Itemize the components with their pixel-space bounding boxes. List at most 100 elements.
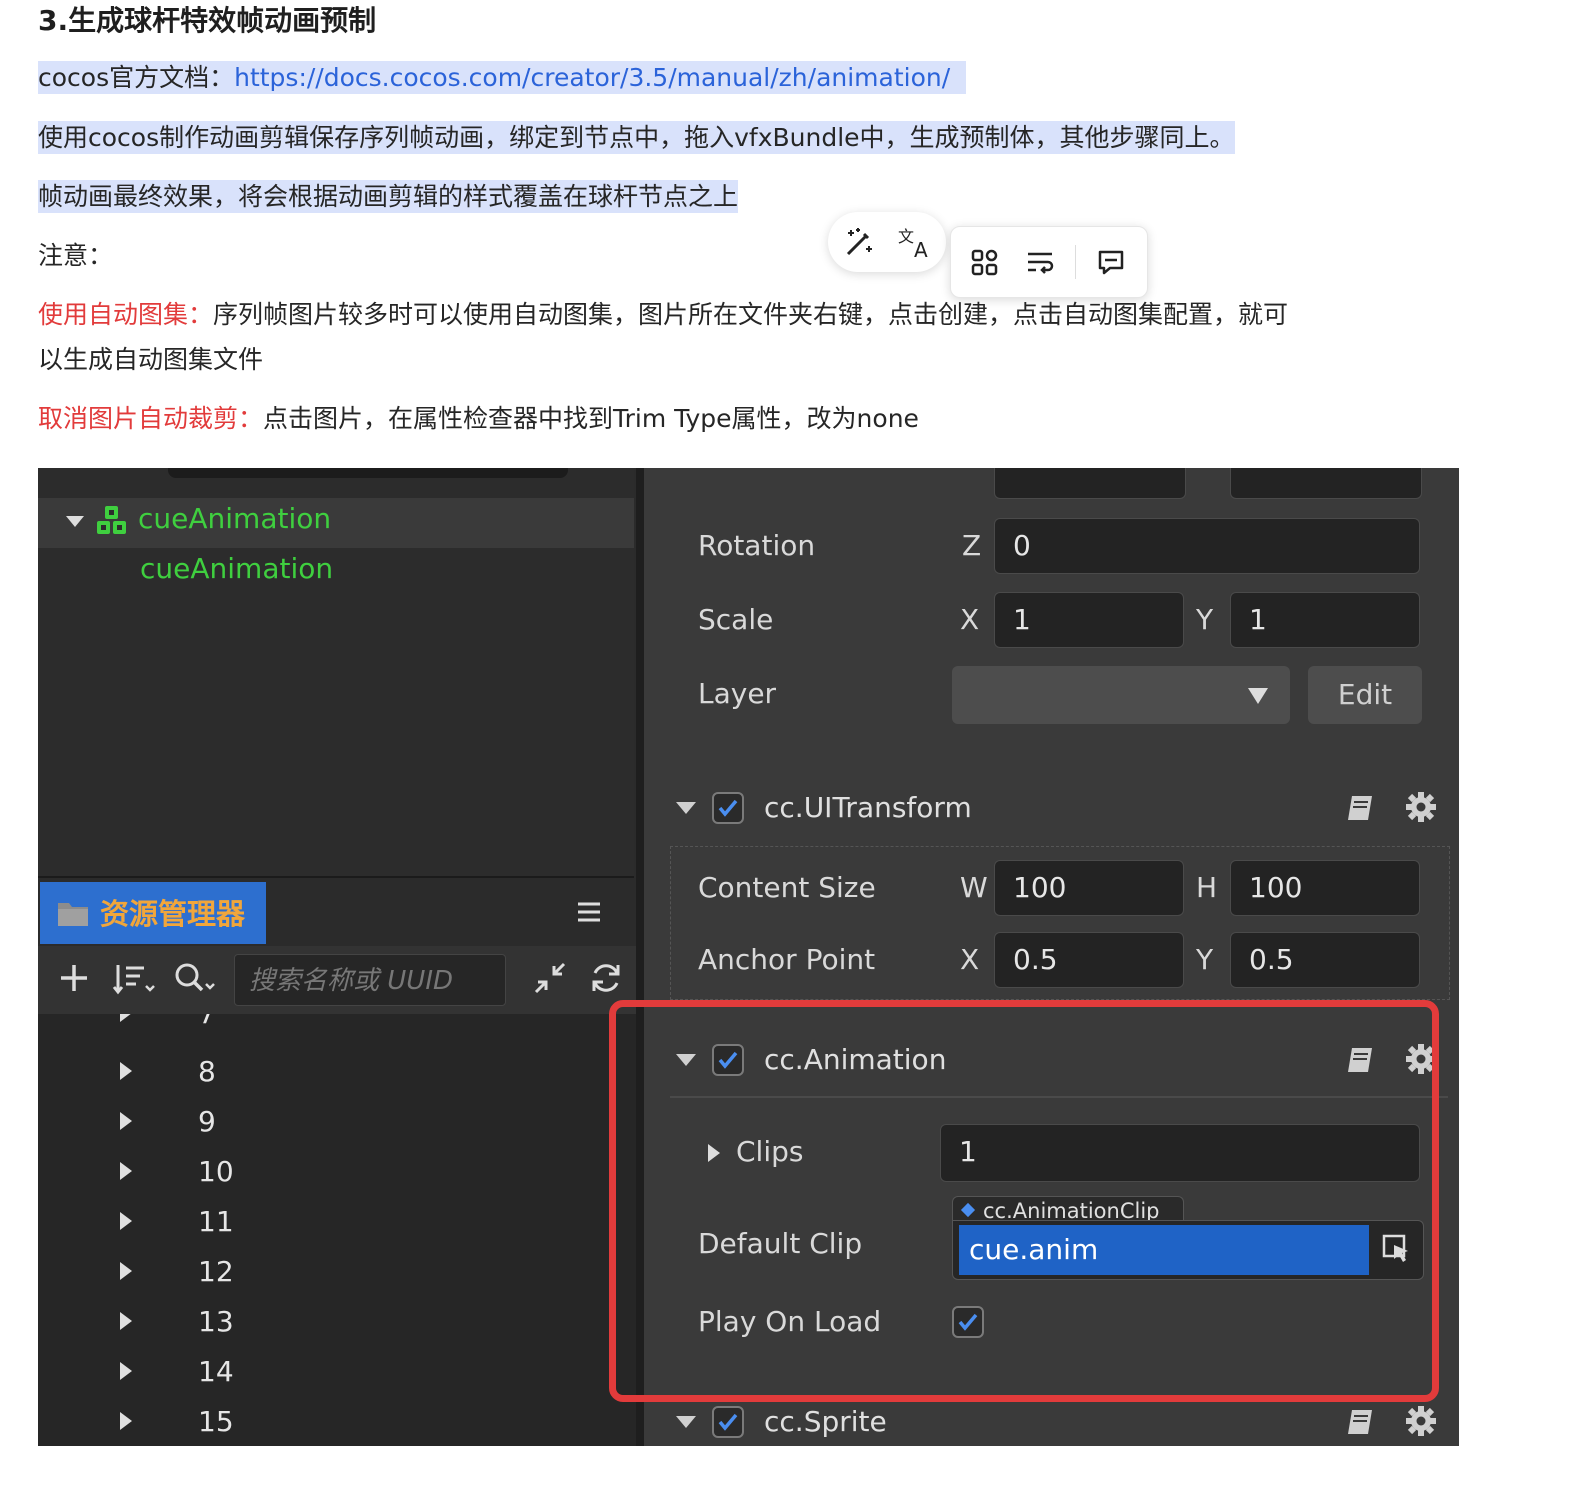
expand-caret-icon[interactable] <box>120 1212 132 1230</box>
translate-icon[interactable]: 文A <box>894 224 938 260</box>
editor-screenshot: cueAnimation cueAnimation 资源管理器 搜索名称或 UU… <box>38 468 1459 1446</box>
paragraph-auto-atlas-cont: 以生成自动图集文件 <box>38 345 264 374</box>
assets-search-input[interactable]: 搜索名称或 UUID <box>234 954 506 1006</box>
add-icon[interactable] <box>58 962 90 998</box>
list-item[interactable]: 14 <box>38 1348 636 1398</box>
doc-link-label: cocos官方文档： <box>38 63 235 92</box>
expand-caret-icon[interactable] <box>120 1262 132 1280</box>
child-node-label[interactable]: cueAnimation <box>140 552 333 585</box>
expand-caret-icon[interactable] <box>120 1362 132 1380</box>
expand-caret-icon[interactable] <box>120 1412 132 1430</box>
expand-caret-icon[interactable] <box>120 1312 132 1330</box>
list-item-label: 14 <box>198 1355 234 1388</box>
list-item-label: 13 <box>198 1305 234 1338</box>
scale-x-axis-label: X <box>960 603 980 636</box>
sprite-enable-checkbox[interactable] <box>712 1406 744 1438</box>
collapse-all-icon[interactable] <box>532 960 568 1000</box>
list-item-label: 11 <box>198 1205 234 1238</box>
scale-y-input[interactable]: 1 <box>1230 592 1420 648</box>
selection-toolbar-ai: 文A <box>828 212 946 272</box>
collapse-caret-icon[interactable] <box>66 516 84 527</box>
sprite-title: cc.Sprite <box>764 1405 887 1438</box>
expand-caret-icon[interactable] <box>120 1062 132 1080</box>
assets-toolbar: 搜索名称或 UUID <box>38 946 636 1014</box>
uitransform-enable-checkbox[interactable] <box>712 792 744 824</box>
text-wrap-icon[interactable] <box>1023 245 1059 281</box>
anchor-y-input[interactable]: 0.5 <box>1230 932 1420 988</box>
help-doc-icon[interactable] <box>1344 792 1376 828</box>
list-item[interactable]: 7 <box>38 1014 636 1040</box>
settings-gear-icon[interactable] <box>1404 790 1438 828</box>
comment-icon[interactable] <box>1093 245 1129 281</box>
list-item[interactable]: 12 <box>38 1248 636 1298</box>
anchor-x-axis-label: X <box>960 943 980 976</box>
paragraph-effect: 帧动画最终效果，将会根据动画剪辑的样式覆盖在球杆节点之上 <box>38 175 739 219</box>
assets-tab[interactable]: 资源管理器 <box>40 882 266 944</box>
list-item[interactable]: 8 <box>38 1048 636 1098</box>
layer-edit-button[interactable]: Edit <box>1308 666 1422 724</box>
anchor-point-label: Anchor Point <box>698 943 876 976</box>
auto-atlas-label: 使用自动图集： <box>38 300 214 329</box>
hierarchy-scroll-top <box>168 468 568 478</box>
help-doc-icon[interactable] <box>1344 1406 1376 1442</box>
expand-caret-icon[interactable] <box>120 1162 132 1180</box>
anchor-x-input[interactable]: 0.5 <box>994 932 1184 988</box>
folder-icon <box>56 898 90 932</box>
dropdown-arrow-icon <box>1248 688 1268 704</box>
menu-icon[interactable] <box>576 900 602 928</box>
apps-icon[interactable] <box>967 245 1003 281</box>
list-item[interactable]: 10 <box>38 1148 636 1198</box>
assets-panel-header: 资源管理器 <box>38 882 636 948</box>
scale-label: Scale <box>698 603 774 636</box>
assets-tab-label: 资源管理器 <box>100 897 246 931</box>
height-axis-label: H <box>1196 871 1218 904</box>
trim-label: 取消图片自动裁剪： <box>38 404 264 433</box>
list-item-label: 12 <box>198 1255 234 1288</box>
prefab-node-icon <box>94 504 130 544</box>
hierarchy-panel: cueAnimation cueAnimation <box>38 468 634 878</box>
toolbar-divider <box>1075 245 1076 279</box>
list-item-label: 15 <box>198 1405 234 1438</box>
uitransform-header[interactable]: cc.UITransform <box>644 780 1459 840</box>
list-item-label: 7 <box>198 1014 216 1034</box>
collapse-caret-icon[interactable] <box>676 1416 696 1428</box>
trim-text: 点击图片，在属性检查器中找到Trim Type属性，改为none <box>263 404 919 433</box>
rotation-axis-label: Z <box>962 529 982 562</box>
sort-icon[interactable] <box>112 962 158 1000</box>
list-item[interactable]: 11 <box>38 1198 636 1248</box>
expand-caret-icon[interactable] <box>120 1112 132 1130</box>
list-item[interactable]: 13 <box>38 1298 636 1348</box>
position-x-field[interactable] <box>994 468 1186 499</box>
assets-tree: 7 8 9 10 11 12 13 14 15 <box>38 1014 636 1446</box>
hierarchy-root-node[interactable]: cueAnimation <box>38 498 634 548</box>
width-axis-label: W <box>960 871 988 904</box>
search-filter-icon[interactable] <box>172 960 220 1000</box>
auto-atlas-text: 序列帧图片较多时可以使用自动图集，图片所在文件夹右键，点击创建，点击自动图集配置… <box>213 300 1289 329</box>
scale-y-axis-label: Y <box>1196 603 1214 636</box>
doc-link[interactable]: https://docs.cocos.com/creator/3.5/manua… <box>234 63 950 92</box>
layer-label: Layer <box>698 677 777 710</box>
position-y-field[interactable] <box>1230 468 1422 499</box>
list-item-label: 10 <box>198 1155 234 1188</box>
layer-select[interactable] <box>952 666 1290 724</box>
content-height-input[interactable]: 100 <box>1230 860 1420 916</box>
note-label: 注意： <box>38 241 114 270</box>
list-item-label: 8 <box>198 1055 216 1088</box>
content-width-input[interactable]: 100 <box>994 860 1184 916</box>
highlight-annotation-box <box>609 1000 1439 1402</box>
section-heading: 3.生成球杆特效帧动画预制 <box>38 4 377 37</box>
refresh-icon[interactable] <box>588 960 624 1000</box>
collapse-caret-icon[interactable] <box>676 802 696 814</box>
svg-text:文: 文 <box>898 227 914 246</box>
rotation-label: Rotation <box>698 529 816 562</box>
paragraph-effect-text: 帧动画最终效果，将会根据动画剪辑的样式覆盖在球杆节点之上 <box>38 180 739 213</box>
magic-wand-icon[interactable] <box>840 224 880 260</box>
scale-x-input[interactable]: 1 <box>994 592 1184 648</box>
paragraph-steps: 使用cocos制作动画剪辑保存序列帧动画，绑定到节点中，拖入vfxBundle中… <box>38 116 1235 160</box>
rotation-z-input[interactable]: 0 <box>994 518 1420 574</box>
root-node-label: cueAnimation <box>138 502 332 535</box>
settings-gear-icon[interactable] <box>1404 1404 1438 1442</box>
paragraph-steps-text: 使用cocos制作动画剪辑保存序列帧动画，绑定到节点中，拖入vfxBundle中… <box>38 121 1235 154</box>
list-item[interactable]: 15 <box>38 1398 636 1446</box>
list-item[interactable]: 9 <box>38 1098 636 1148</box>
